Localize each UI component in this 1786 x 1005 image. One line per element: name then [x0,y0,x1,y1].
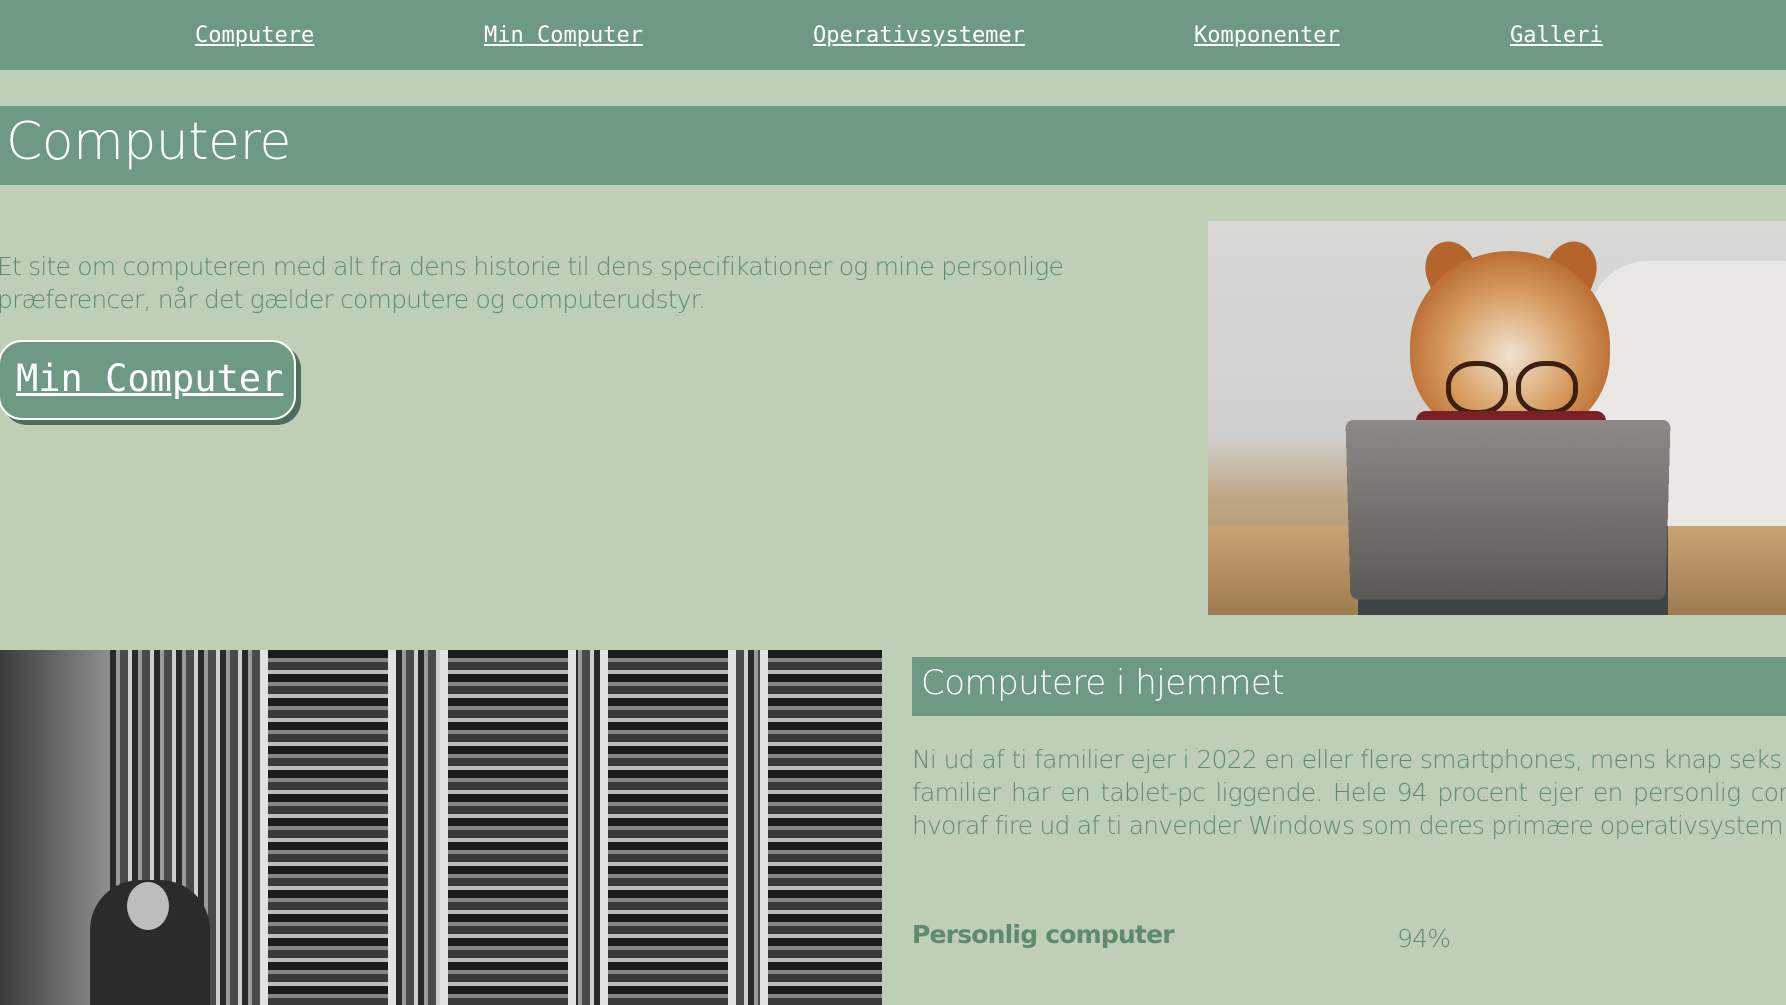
nav-link-operativsystemer[interactable]: Operativsystemer [813,23,1025,48]
nav-link-galleri[interactable]: Galleri [1510,23,1603,48]
nav-link-min-computer[interactable]: Min Computer [484,23,643,48]
min-computer-button[interactable]: Min Computer [0,340,296,420]
nav-link-komponenter[interactable]: Komponenter [1194,23,1340,48]
section-title: Computere i hjemmet [921,663,1285,703]
dog-with-tablet-image [1208,221,1786,615]
section-body-text: Ni ud af ti familier ejer i 2022 en elle… [912,745,1786,840]
page-title: Computere [6,112,291,172]
stat-value: 94% [1397,924,1451,953]
stat-label: Personlig computer [912,920,1175,949]
min-computer-button-label: Min Computer [16,357,284,400]
intro-text: Et site om computeren med alt fra dens h… [0,252,1064,314]
vintage-computer-room-image [0,650,882,1005]
top-navigation: Computere Min Computer Operativsystemer … [0,0,1786,70]
nav-link-computere[interactable]: Computere [195,23,314,48]
